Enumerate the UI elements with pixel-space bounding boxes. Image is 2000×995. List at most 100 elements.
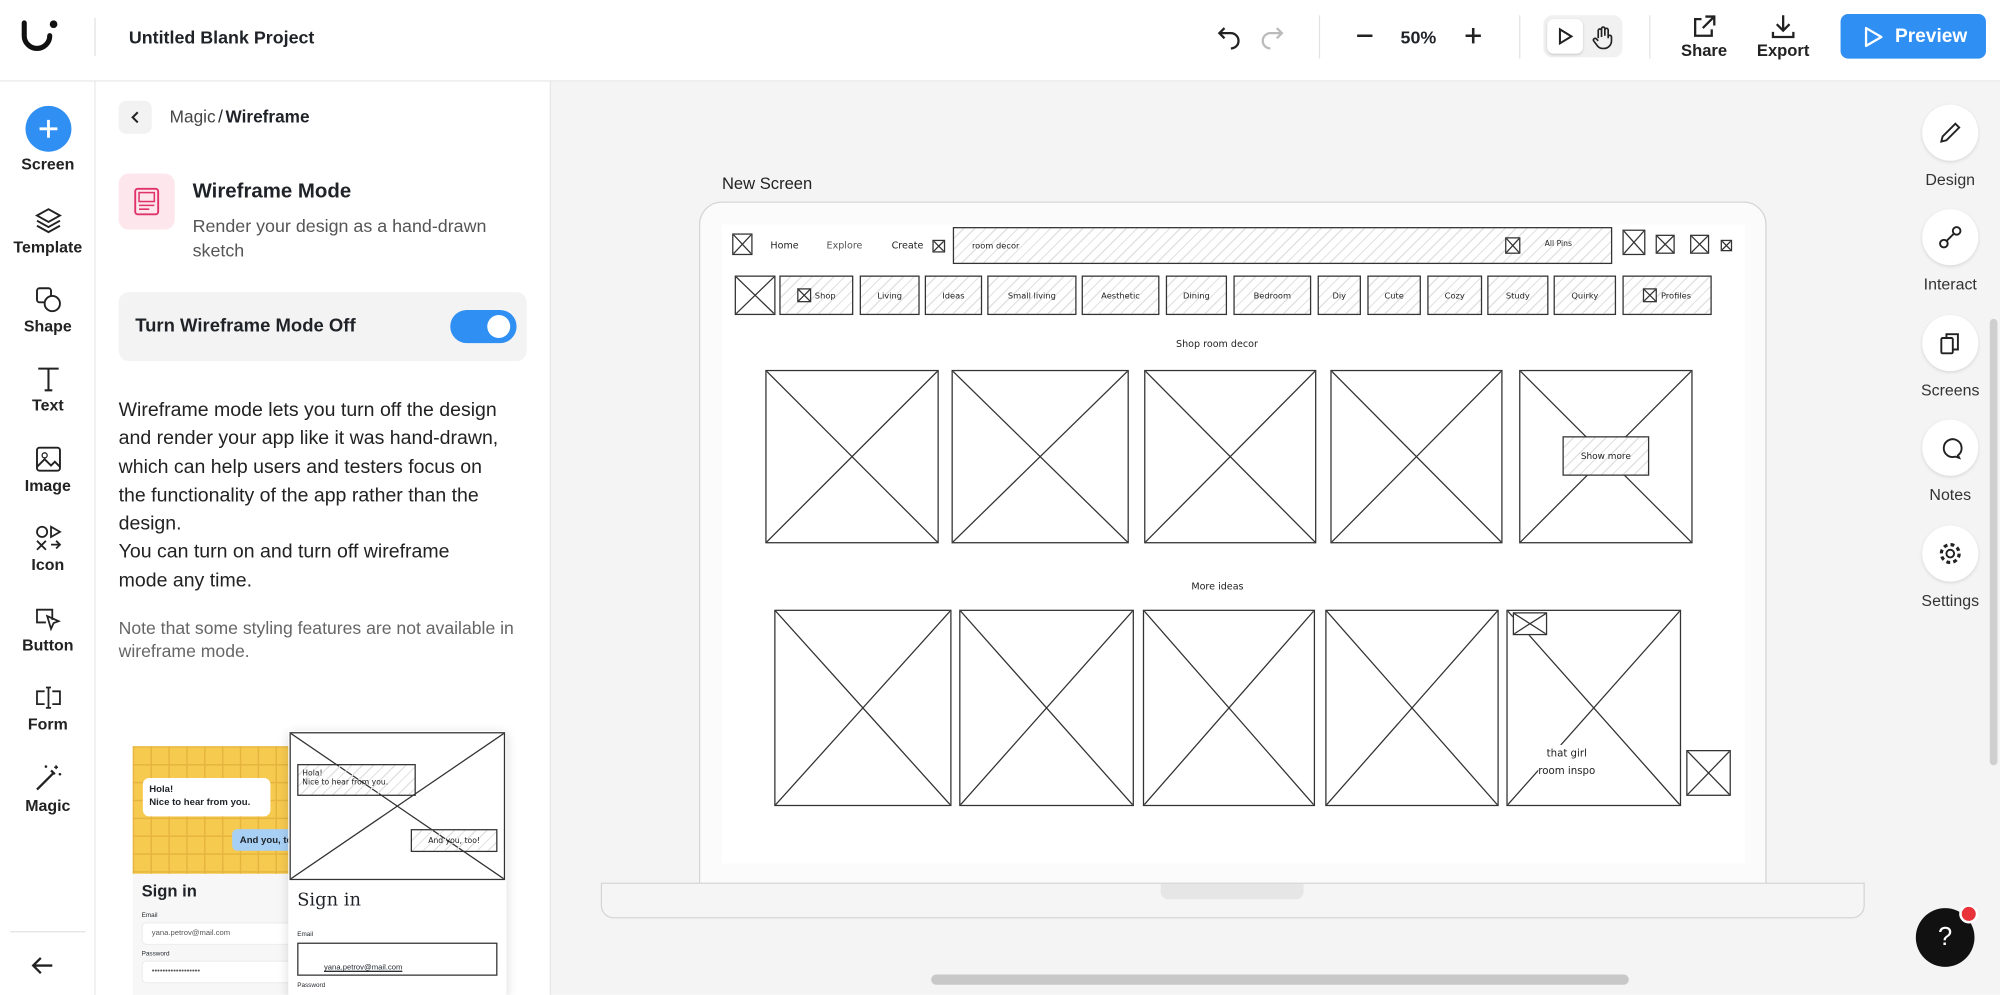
rail-item-shape[interactable]: Shape: [0, 286, 96, 335]
account-menu-icon[interactable]: [1720, 239, 1733, 252]
share-button[interactable]: Share: [1679, 13, 1730, 60]
chip-label: Study: [1505, 290, 1530, 301]
horizontal-scrollbar[interactable]: [931, 974, 1629, 985]
rr-item-settings[interactable]: Settings: [1918, 525, 1982, 610]
chip-label: Dining: [1183, 290, 1210, 301]
chip-label: Cozy: [1444, 290, 1465, 301]
rr-item-design[interactable]: Design: [1918, 104, 1982, 189]
placeholder-cross-icon: [1326, 610, 1498, 805]
create-dropdown-icon[interactable]: [932, 239, 946, 253]
tile-badge[interactable]: [1512, 612, 1548, 636]
rr-item-interact[interactable]: Interact: [1918, 209, 1982, 293]
rail-item-button[interactable]: Button: [0, 605, 96, 654]
placeholder-cross-icon: [1623, 230, 1644, 254]
rail-item-screen[interactable]: Screen: [0, 105, 96, 173]
nav-home[interactable]: Home: [770, 240, 798, 251]
category-chip[interactable]: Shop: [779, 275, 854, 316]
profile-icon[interactable]: [1690, 234, 1710, 254]
sketch-bubble-text: Nice to hear from you.: [302, 778, 389, 787]
preview-button[interactable]: Preview: [1840, 14, 1986, 59]
project-title[interactable]: Untitled Blank Project: [129, 27, 315, 47]
rail-item-template[interactable]: Template: [0, 207, 96, 256]
preview-email: yana.petrov@mail.com: [141, 922, 293, 946]
category-chip[interactable]: Quirky: [1553, 275, 1617, 316]
image-tile[interactable]: [1325, 609, 1499, 807]
wireframe-screen[interactable]: Home Explore Create room decor All Pins …: [721, 224, 1745, 864]
image-tile[interactable]: [774, 609, 952, 807]
logo-icon[interactable]: [19, 18, 60, 54]
placeholder-cross-icon: [775, 610, 951, 805]
messages-icon[interactable]: [1655, 234, 1675, 254]
caption-line: room inspo: [1538, 765, 1596, 777]
collapse-arrow-icon[interactable]: [29, 954, 55, 977]
zoom-out-icon[interactable]: [1355, 26, 1375, 46]
pointer-tool-button[interactable]: [1547, 19, 1583, 54]
sketch-bubble-text: Hola!: [302, 769, 323, 779]
rr-label: Interact: [1923, 275, 1977, 294]
search-filter-icon[interactable]: [1505, 237, 1521, 254]
image-tile[interactable]: [1330, 369, 1503, 544]
image-tile[interactable]: [1144, 369, 1317, 544]
category-chip[interactable]: Small living: [987, 275, 1077, 316]
nav-create[interactable]: Create: [892, 240, 924, 251]
image-tile[interactable]: [765, 369, 939, 544]
image-tile[interactable]: [951, 369, 1129, 544]
section-title-shop: Shop room decor: [1176, 338, 1258, 350]
nav-explore[interactable]: Explore: [827, 240, 863, 251]
description-text-2: You can turn on and turn off wireframe m…: [118, 541, 450, 592]
sketch-email-label: Email: [297, 931, 314, 939]
rail-item-text[interactable]: Text: [0, 365, 96, 415]
category-chip[interactable]: Aesthetic: [1081, 275, 1160, 316]
logo-placeholder[interactable]: [732, 233, 753, 256]
rail-item-icon[interactable]: Icon: [0, 524, 96, 574]
panel-subtitle: Render your design as a hand-drawn sketc…: [192, 215, 487, 261]
zoom-in-icon[interactable]: [1463, 26, 1483, 46]
hand-tool-icon[interactable]: [1589, 23, 1617, 51]
scroll-top-placeholder[interactable]: [1686, 749, 1731, 796]
placeholder-cross-icon: [766, 371, 938, 542]
wireframe-toggle[interactable]: [450, 309, 517, 344]
comment-icon: [1942, 438, 1963, 460]
category-chip[interactable]: Cute: [1367, 275, 1421, 316]
image-tile[interactable]: [959, 609, 1134, 807]
category-chip[interactable]: Bedroom: [1233, 275, 1312, 316]
redo-icon[interactable]: [1260, 24, 1286, 50]
placeholder-cross-icon: [1144, 610, 1314, 805]
rr-label: Notes: [1929, 485, 1972, 504]
export-button[interactable]: Export: [1756, 13, 1810, 60]
toggle-label: Turn Wireframe Mode Off: [135, 316, 356, 337]
rr-item-screens[interactable]: Screens: [1918, 315, 1982, 399]
category-chip[interactable]: Profiles: [1622, 275, 1712, 316]
vertical-scrollbar[interactable]: [1989, 318, 1998, 766]
all-pins-label[interactable]: All Pins: [1545, 240, 1572, 249]
placeholder-cross-icon: [1691, 235, 1708, 253]
chip-image-placeholder[interactable]: [734, 275, 776, 316]
rail-item-form[interactable]: Form: [0, 684, 96, 733]
help-label: ?: [1938, 922, 1953, 951]
rr-item-notes[interactable]: Notes: [1918, 419, 1982, 504]
undo-icon[interactable]: [1216, 24, 1242, 50]
sketch-email: yana.petrov@mail.com: [297, 942, 498, 976]
category-chip[interactable]: Cozy: [1427, 275, 1483, 316]
canvas[interactable]: New Screen Home Explore Create room deco…: [551, 81, 1901, 995]
image-tile[interactable]: [1142, 609, 1316, 807]
rail-item-image[interactable]: Image: [0, 445, 96, 495]
placeholder-cross-icon: [1145, 371, 1316, 542]
rail-item-magic[interactable]: Magic: [0, 763, 96, 815]
category-chip[interactable]: Living: [859, 275, 920, 316]
breadcrumb-parent[interactable]: Magic: [170, 107, 216, 126]
text-icon: [37, 367, 59, 392]
category-chip[interactable]: Diy: [1317, 275, 1361, 316]
image-icon: [35, 446, 61, 472]
category-chip[interactable]: Study: [1487, 275, 1549, 316]
show-more-button[interactable]: Show more: [1562, 436, 1650, 476]
notifications-icon[interactable]: [1622, 229, 1646, 256]
zoom-level[interactable]: 50%: [1401, 27, 1437, 47]
category-chip[interactable]: Ideas: [924, 275, 983, 316]
back-button[interactable]: [118, 100, 152, 134]
magic-panel: Magic / Wireframe Wireframe Mode Render …: [95, 81, 552, 995]
sketch-signin: Sign in: [297, 890, 361, 911]
screen-name-label[interactable]: New Screen: [722, 173, 812, 192]
right-toolbar: Design Interact Screens Notes Settings ?: [1900, 81, 2000, 995]
category-chip[interactable]: Dining: [1165, 275, 1228, 316]
